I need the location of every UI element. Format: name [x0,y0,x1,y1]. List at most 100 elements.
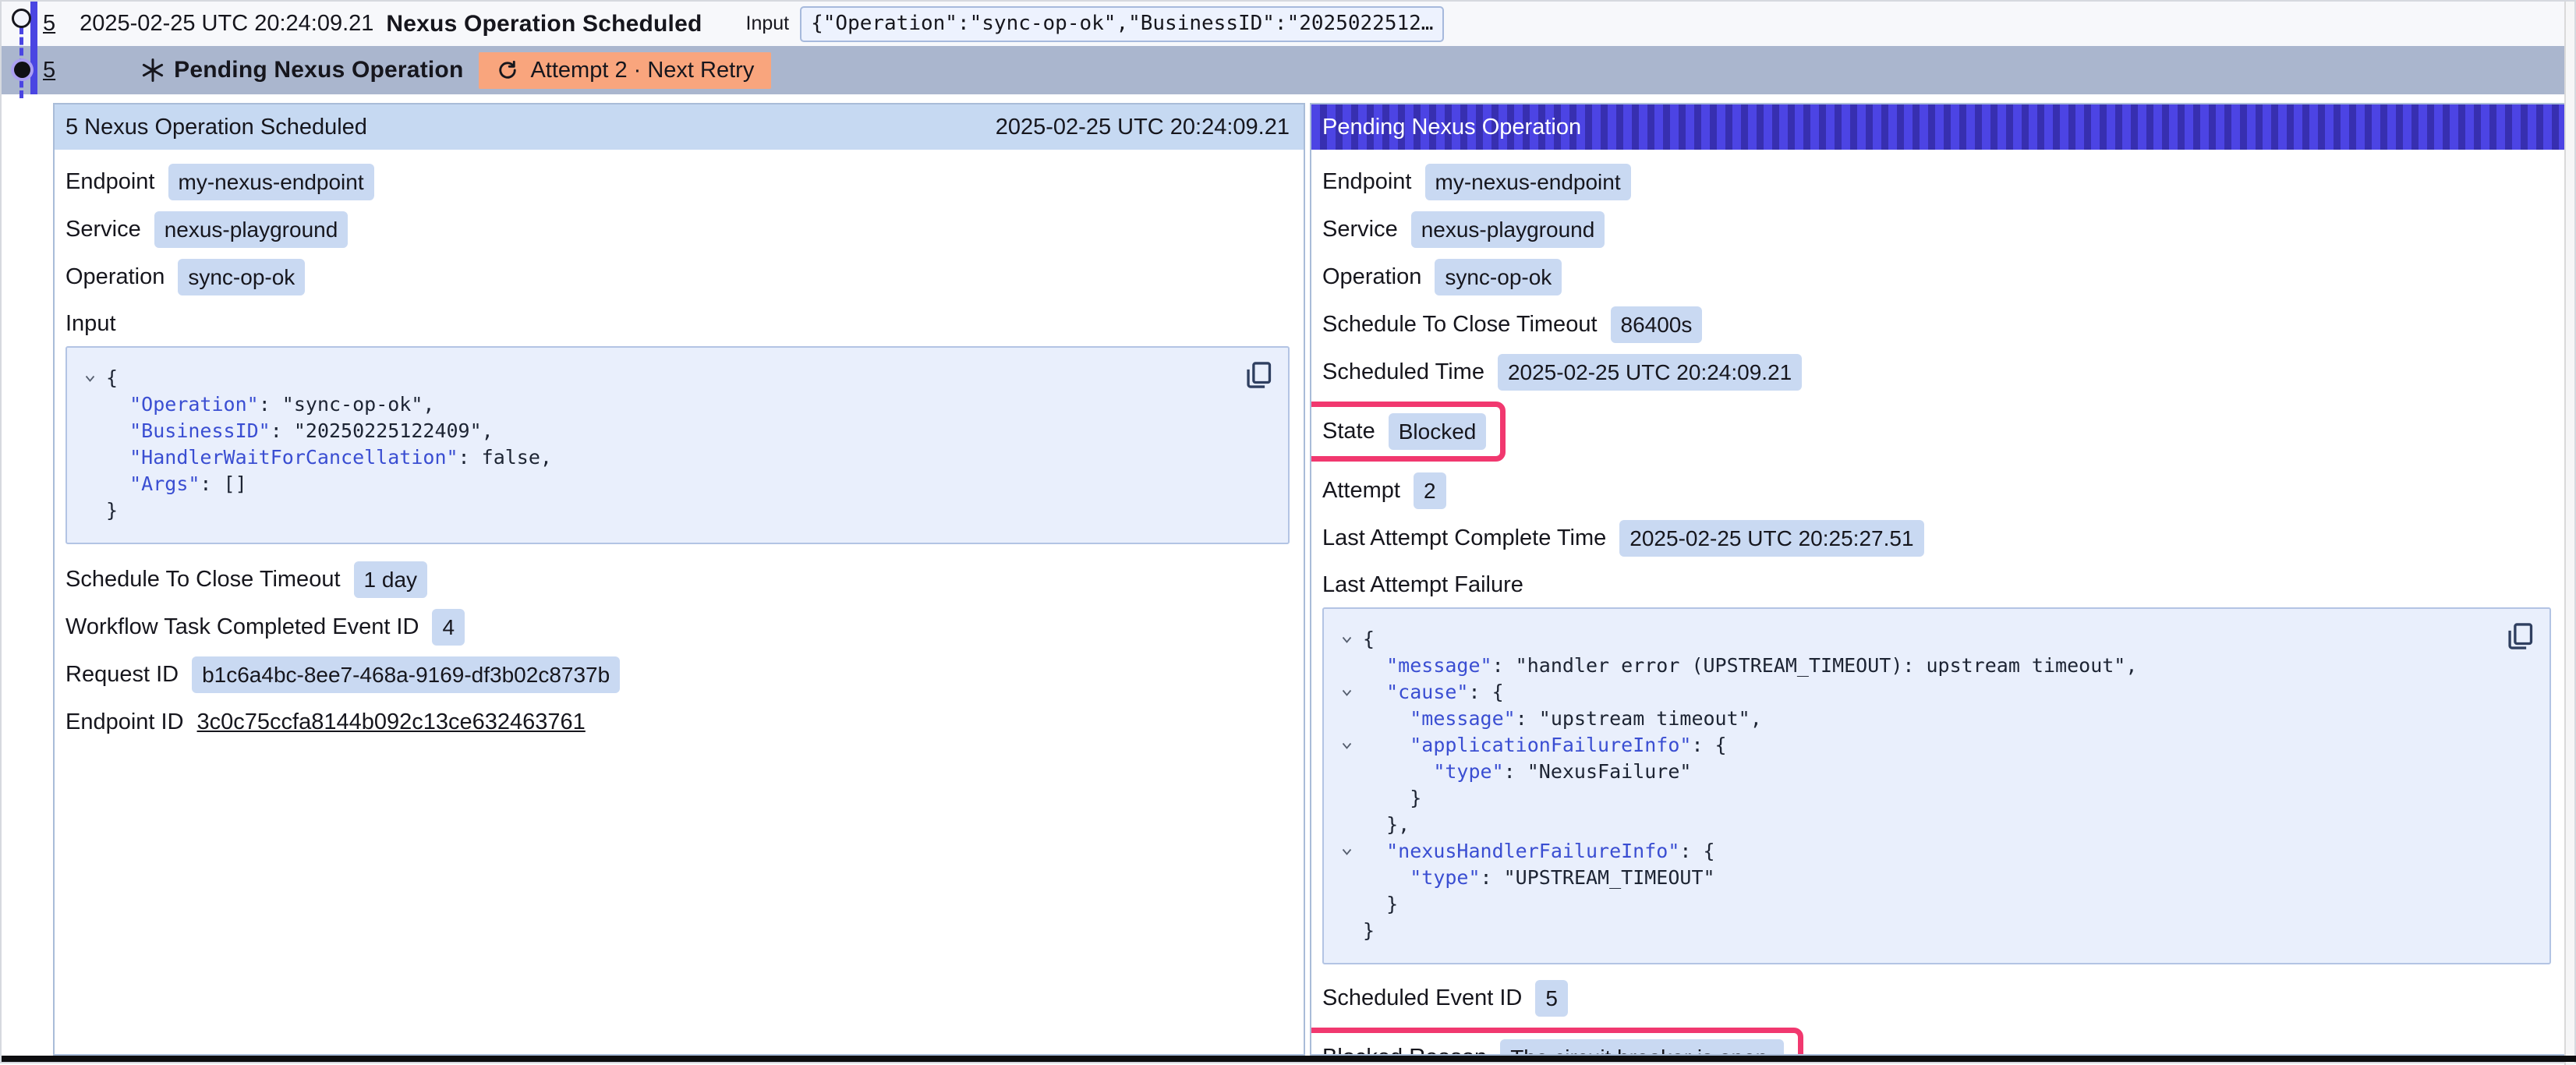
json-line: "message": "upstream timeout", [1330,706,2503,732]
field-service: Service nexus-playground [1322,211,2551,248]
input-json-viewer: { "Operation": "sync-op-ok", "BusinessID… [65,346,1290,544]
field-value-chip: 2 [1414,472,1446,509]
selected-events-indicator-bar [30,2,37,94]
json-line: "cause": { [1330,679,2503,706]
field-label: Schedule To Close Timeout [65,567,341,593]
timeline-open-circle-icon [12,9,31,28]
pending-operation-panel-header: Pending Nexus Operation [1311,104,2565,150]
state-value-chip: Blocked [1389,413,1487,450]
json-line: "message": "handler error (UPSTREAM_TIME… [1330,653,2503,679]
last-attempt-failure-label: Last Attempt Failure [1322,572,2551,598]
scheduled-event-panel: 5 Nexus Operation Scheduled 2025-02-25 U… [53,103,1305,1056]
field-label: Attempt [1322,478,1400,504]
json-line: "type": "NexusFailure" [1330,759,2503,785]
field-request-id: Request ID b1c6a4bc-8ee7-468a-9169-df3b0… [65,656,1290,693]
field-scheduled-event-id: Scheduled Event ID 5 [1322,980,2551,1017]
panel-timestamp: 2025-02-25 UTC 20:24:09.21 [996,115,1290,140]
field-operation: Operation sync-op-ok [65,259,1290,295]
blocked-reason-highlight-box: Blocked Reason The circuit breaker is op… [1310,1028,1803,1056]
chevron-down-icon[interactable] [1341,635,1353,644]
field-value-chip: 4 [432,609,465,646]
endpoint-id-link[interactable]: 3c0c75ccfa8144b092c13ce632463761 [197,709,586,735]
chevron-down-icon[interactable] [84,374,96,383]
json-line: } [73,497,1241,524]
event-id-link[interactable]: 5 [43,11,55,37]
json-line: "HandlerWaitForCancellation": false, [73,444,1241,471]
json-line: "Args": [] [73,471,1241,497]
field-label: Operation [65,264,165,290]
json-line: "applicationFailureInfo": { [1330,732,2503,759]
field-endpoint: Endpoint my-nexus-endpoint [1322,164,2551,200]
event-row-nexus-operation-scheduled[interactable]: 5 2025-02-25 UTC 20:24:09.21 Nexus Opera… [2,2,2574,46]
field-workflow-task-completed-event-id: Workflow Task Completed Event ID 4 [65,609,1290,646]
field-operation: Operation sync-op-ok [1322,259,2551,295]
json-line: "type": "UPSTREAM_TIMEOUT" [1330,865,2503,891]
json-line: } [1330,891,2503,918]
field-label: Last Attempt Complete Time [1322,525,1606,551]
event-name: Nexus Operation Scheduled [386,11,702,37]
input-preview-badge: {"Operation":"sync-op-ok","BusinessID":"… [800,6,1444,42]
field-label: Endpoint [65,169,155,195]
pending-operation-panel: Pending Nexus Operation Endpoint my-nexu… [1310,103,2567,1056]
chevron-down-icon[interactable] [1341,847,1353,856]
field-value-chip: my-nexus-endpoint [1425,164,1631,200]
field-label: Request ID [65,662,179,688]
field-schedule-to-close-timeout: Schedule To Close Timeout 86400s [1322,306,2551,343]
pending-operation-panel-body: Endpoint my-nexus-endpoint Service nexus… [1311,150,2565,1056]
chevron-down-icon[interactable] [1341,741,1353,750]
pending-asterisk-icon [140,57,166,83]
chevron-down-icon[interactable] [1341,688,1353,697]
field-label: State [1322,419,1375,444]
field-value-chip: nexus-playground [154,211,349,248]
field-endpoint-id: Endpoint ID 3c0c75ccfa8144b092c13ce63246… [65,704,1290,741]
field-value-chip: sync-op-ok [178,259,305,295]
timeline-filled-dot-icon [14,62,30,78]
json-line: { [73,365,1241,391]
field-service: Service nexus-playground [65,211,1290,248]
state-highlight-box: State Blocked [1310,402,1506,462]
json-line: }, [1330,812,2503,838]
field-value-chip: 86400s [1611,306,1703,343]
field-value-chip: nexus-playground [1411,211,1605,248]
scheduled-event-panel-body: Endpoint my-nexus-endpoint Service nexus… [55,150,1304,741]
input-section-label: Input [65,311,1290,337]
field-value-chip: 5 [1535,980,1568,1017]
field-value-chip: 2025-02-25 UTC 20:25:27.51 [1619,520,1923,557]
field-value-chip: sync-op-ok [1435,259,1562,295]
failure-json-viewer: { "message": "handler error (UPSTREAM_TI… [1322,607,2551,964]
field-last-attempt-complete-time: Last Attempt Complete Time 2025-02-25 UT… [1322,520,2551,557]
field-value-chip: b1c6a4bc-8ee7-468a-9169-df3b02c8737b [192,656,620,693]
json-line: "nexusHandlerFailureInfo": { [1330,838,2503,865]
copy-button[interactable] [1244,360,1274,390]
field-label: Blocked Reason [1322,1045,1487,1056]
bottom-divider [2,1056,2576,1062]
json-line: { [1330,626,2503,653]
blocked-reason-value-chip: The circuit breaker is open. [1500,1039,1784,1056]
json-line: "Operation": "sync-op-ok", [73,391,1241,418]
field-value-chip: 2025-02-25 UTC 20:24:09.21 [1498,354,1802,391]
field-label: Schedule To Close Timeout [1322,312,1598,338]
copy-icon [1244,360,1274,390]
field-label: Service [1322,217,1398,242]
event-name: Pending Nexus Operation [174,57,463,83]
field-label: Operation [1322,264,1421,290]
field-scheduled-time: Scheduled Time 2025-02-25 UTC 20:24:09.2… [1322,354,2551,391]
field-value-chip: 1 day [354,561,428,598]
json-line: } [1330,785,2503,812]
event-row-pending-nexus-operation[interactable]: 5 Pending Nexus Operation Attempt 2 · Ne… [2,46,2574,94]
scrollbar-gutter[interactable] [2564,2,2574,1065]
field-label: Endpoint [1322,169,1412,195]
retry-arrow-icon [496,58,519,82]
field-label: Endpoint ID [65,709,184,735]
panel-title: 5 Nexus Operation Scheduled [65,115,367,140]
copy-icon [2506,621,2535,651]
field-endpoint: Endpoint my-nexus-endpoint [65,164,1290,200]
field-attempt: Attempt 2 [1322,472,2551,509]
panel-title: Pending Nexus Operation [1322,115,1581,140]
event-id-link[interactable]: 5 [43,58,55,83]
workflow-history-screen: 5 2025-02-25 UTC 20:24:09.21 Nexus Opera… [0,0,2576,1063]
field-blocked-reason: Blocked Reason The circuit breaker is op… [1322,1028,2551,1056]
event-detail-panels: 5 Nexus Operation Scheduled 2025-02-25 U… [53,103,2567,1056]
scheduled-event-panel-header: 5 Nexus Operation Scheduled 2025-02-25 U… [55,104,1304,150]
copy-button[interactable] [2506,621,2535,651]
